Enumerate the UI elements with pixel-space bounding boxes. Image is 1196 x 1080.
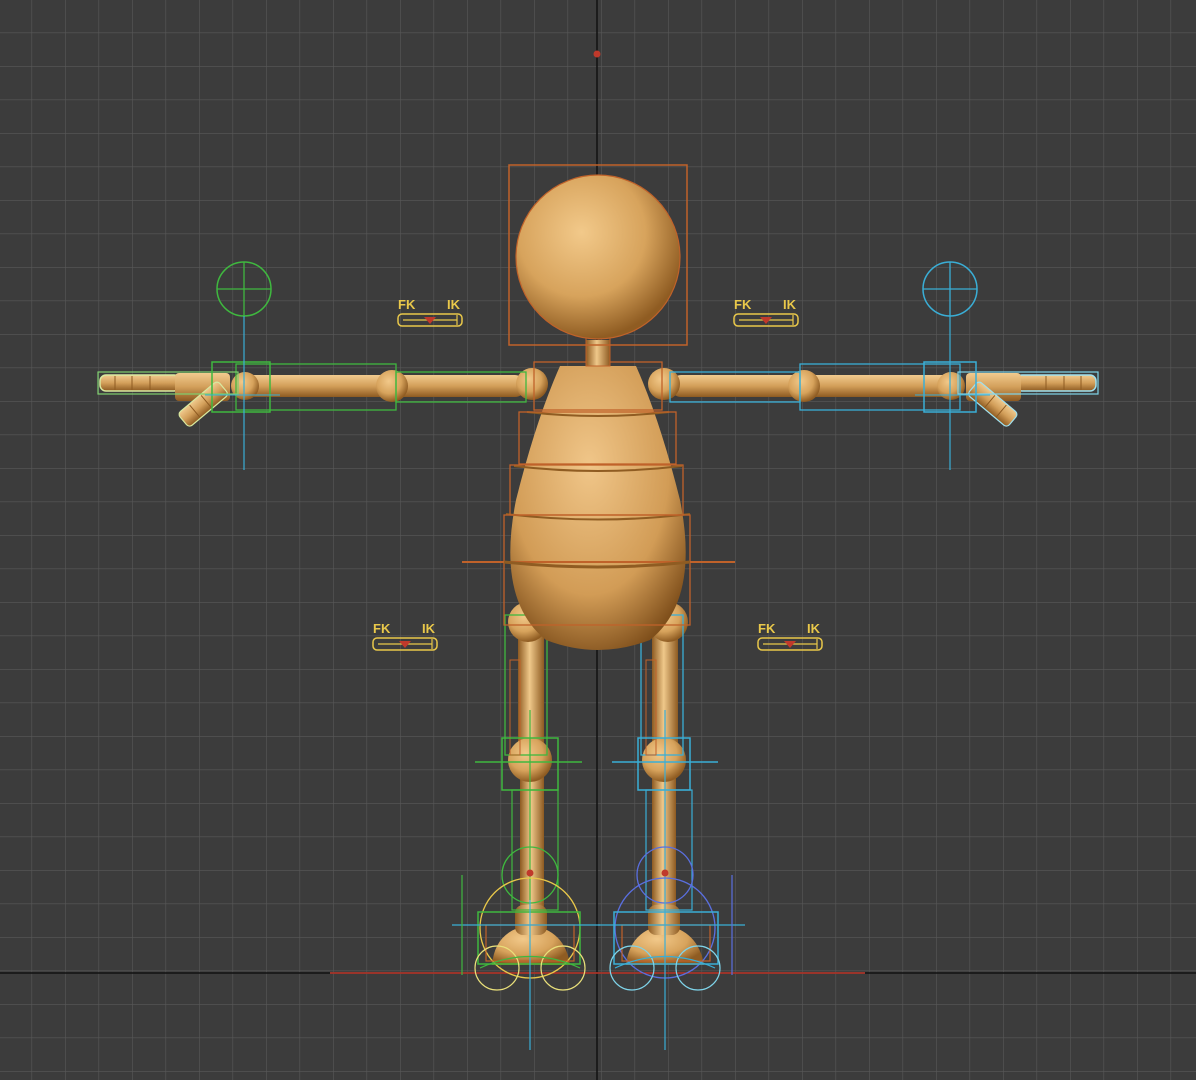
fk-label: FK xyxy=(398,297,416,312)
fk-label: FK xyxy=(373,621,391,636)
ik-label: IK xyxy=(783,297,797,312)
front-viewport[interactable]: FK IK FK IK FK IK FK IK xyxy=(0,0,1196,1080)
ik-label: IK xyxy=(807,621,821,636)
fk-label: FK xyxy=(758,621,776,636)
top-pivot-marker xyxy=(593,50,601,58)
viewport-canvas[interactable]: FK IK FK IK FK IK FK IK xyxy=(0,0,1196,1080)
ik-label: IK xyxy=(422,621,436,636)
ik-label: IK xyxy=(447,297,461,312)
fk-label: FK xyxy=(734,297,752,312)
